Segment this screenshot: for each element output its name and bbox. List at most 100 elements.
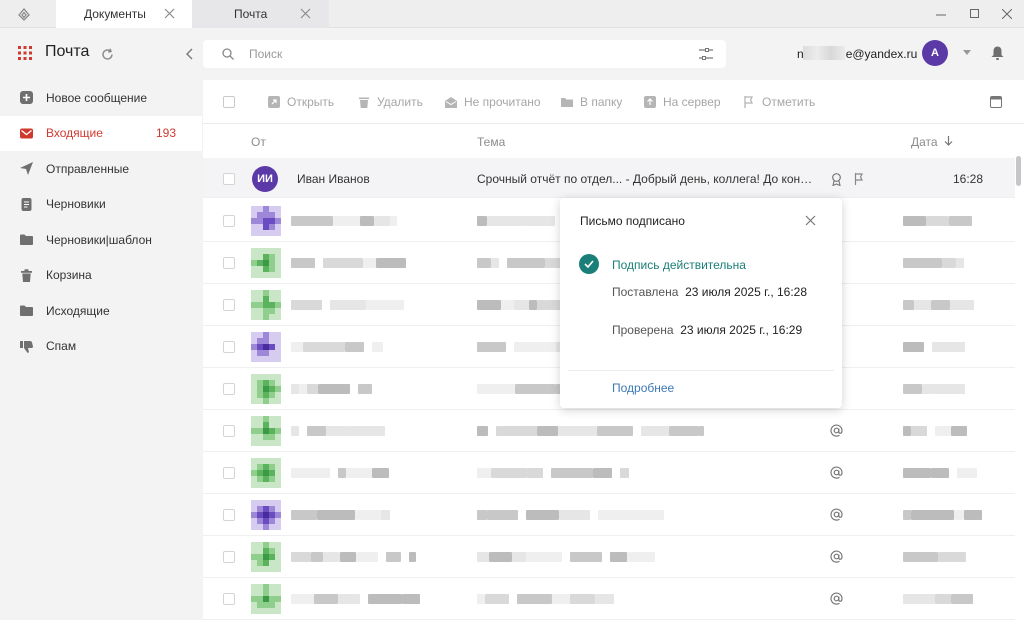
row-checkbox[interactable] [223, 467, 235, 479]
redacted-avatar [251, 416, 281, 446]
close-window-button[interactable] [990, 0, 1024, 28]
search-box[interactable]: Поиск [203, 40, 726, 68]
collapse-sidebar-icon[interactable] [184, 48, 196, 60]
at-sign-icon [830, 424, 843, 437]
redacted-text [956, 258, 964, 268]
redacted-text [935, 594, 951, 604]
redacted-avatar [251, 584, 281, 614]
row-checkbox[interactable] [223, 341, 235, 353]
check-circle-icon [579, 254, 599, 274]
table-row[interactable] [203, 536, 1015, 578]
scrollbar[interactable] [1016, 156, 1021, 186]
row-checkbox[interactable] [223, 425, 235, 437]
row-checkbox[interactable] [223, 173, 235, 185]
user-avatar[interactable]: A [922, 40, 948, 66]
column-date[interactable]: Дата [911, 135, 938, 149]
redacted-text [529, 300, 537, 310]
redacted-text [903, 468, 931, 478]
column-from[interactable]: От [251, 135, 266, 149]
redacted-text [477, 216, 487, 226]
popup-title: Письмо подписано [580, 214, 685, 228]
select-all-checkbox[interactable] [223, 96, 235, 108]
minimize-button[interactable] [924, 0, 958, 28]
table-row[interactable] [203, 494, 1015, 536]
sidebar-item-drafts[interactable]: Черновики [0, 187, 202, 223]
sidebar-item-label: Корзина [46, 268, 92, 283]
sidebar-header: Почта [0, 28, 202, 80]
table-row[interactable] [203, 578, 1015, 620]
row-checkbox[interactable] [223, 551, 235, 563]
table-row[interactable]: ИИ Иван Иванов Срочный отчёт по отдел...… [203, 158, 1015, 198]
tab-documents[interactable]: Документы [56, 0, 193, 28]
maximize-icon [970, 9, 979, 18]
redacted-text [931, 468, 949, 478]
sidebar-item-spam[interactable]: Спам [0, 329, 202, 365]
column-subject[interactable]: Тема [477, 135, 505, 149]
more-details-link[interactable]: Подробнее [612, 381, 674, 395]
open-button[interactable]: Открыть [268, 80, 334, 124]
delete-button[interactable]: Удалить [358, 80, 423, 124]
sidebar-item-drafts-template[interactable]: Черновики|шаблон [0, 222, 202, 258]
redacted-text [926, 216, 949, 226]
tab-mail[interactable]: Почта [192, 0, 329, 28]
redacted-text [931, 300, 950, 310]
user-email-suffix: e@yandex.ru [845, 47, 918, 61]
redacted-text [291, 594, 314, 604]
sidebar-item-inbox[interactable]: Входящие 193 [0, 115, 202, 151]
layout-icon[interactable] [990, 96, 1002, 108]
row-checkbox[interactable] [223, 215, 235, 227]
redacted-text [356, 552, 378, 562]
close-tab-mail-icon[interactable] [300, 8, 311, 19]
move-to-folder-label: В папку [580, 95, 623, 109]
maximize-button[interactable] [958, 0, 992, 28]
close-tab-documents-icon[interactable] [164, 8, 175, 19]
redacted-text [699, 426, 704, 436]
redacted-text [338, 468, 346, 478]
redacted-text [366, 300, 404, 310]
table-row[interactable] [203, 452, 1015, 494]
redacted-text [903, 510, 911, 520]
placed-value: 23 июля 2025 г., 16:28 [685, 285, 808, 299]
to-server-label: На сервер [663, 95, 721, 109]
redacted-text [374, 216, 390, 226]
redacted-text [477, 510, 487, 520]
sidebar-item-trash[interactable]: Корзина [0, 258, 202, 294]
redacted-text [514, 342, 556, 352]
sidebar-item-new-message[interactable]: Новое сообщение [0, 80, 202, 116]
to-server-button[interactable]: На сервер [644, 80, 721, 124]
flag-icon[interactable] [854, 173, 865, 185]
search-input[interactable]: Поиск [249, 47, 282, 61]
sort-arrow-down-icon[interactable] [944, 136, 953, 146]
redacted-text [291, 384, 299, 394]
sidebar-item-sent[interactable]: Отправленные [0, 151, 202, 187]
row-checkbox[interactable] [223, 383, 235, 395]
row-checkbox[interactable] [223, 257, 235, 269]
mark-unread-button[interactable]: Не прочитано [445, 80, 541, 124]
sidebar-item-label: Спам [46, 339, 77, 354]
apps-grid-icon[interactable] [18, 46, 32, 60]
redacted-text [307, 426, 326, 436]
row-checkbox[interactable] [223, 299, 235, 311]
redacted-text [496, 426, 537, 436]
redacted-text [527, 468, 543, 478]
signature-seal-icon[interactable] [831, 173, 842, 186]
redacted-text [954, 510, 964, 520]
redacted-text [933, 384, 965, 394]
minimize-icon [936, 14, 946, 16]
checked-value: 23 июля 2025 г., 16:29 [680, 323, 803, 337]
sidebar-item-outbox[interactable]: Исходящие [0, 293, 202, 329]
sidebar: Почта Новое сообщение Входящие 193 Отпра… [0, 28, 202, 620]
chevron-down-icon[interactable] [963, 50, 971, 56]
row-checkbox[interactable] [223, 593, 235, 605]
redacted-text [291, 216, 333, 226]
tab-mail-label: Почта [234, 7, 268, 21]
move-to-folder-button[interactable]: В папку [561, 80, 622, 124]
row-checkbox[interactable] [223, 509, 235, 521]
bell-icon[interactable] [991, 46, 1004, 60]
table-row[interactable] [203, 410, 1015, 452]
mark-button[interactable]: Отметить [743, 80, 815, 124]
close-icon[interactable] [805, 215, 816, 226]
sidebar-item-label: Входящие [46, 126, 103, 141]
filter-settings-icon[interactable] [699, 48, 713, 60]
refresh-icon[interactable] [101, 48, 114, 61]
